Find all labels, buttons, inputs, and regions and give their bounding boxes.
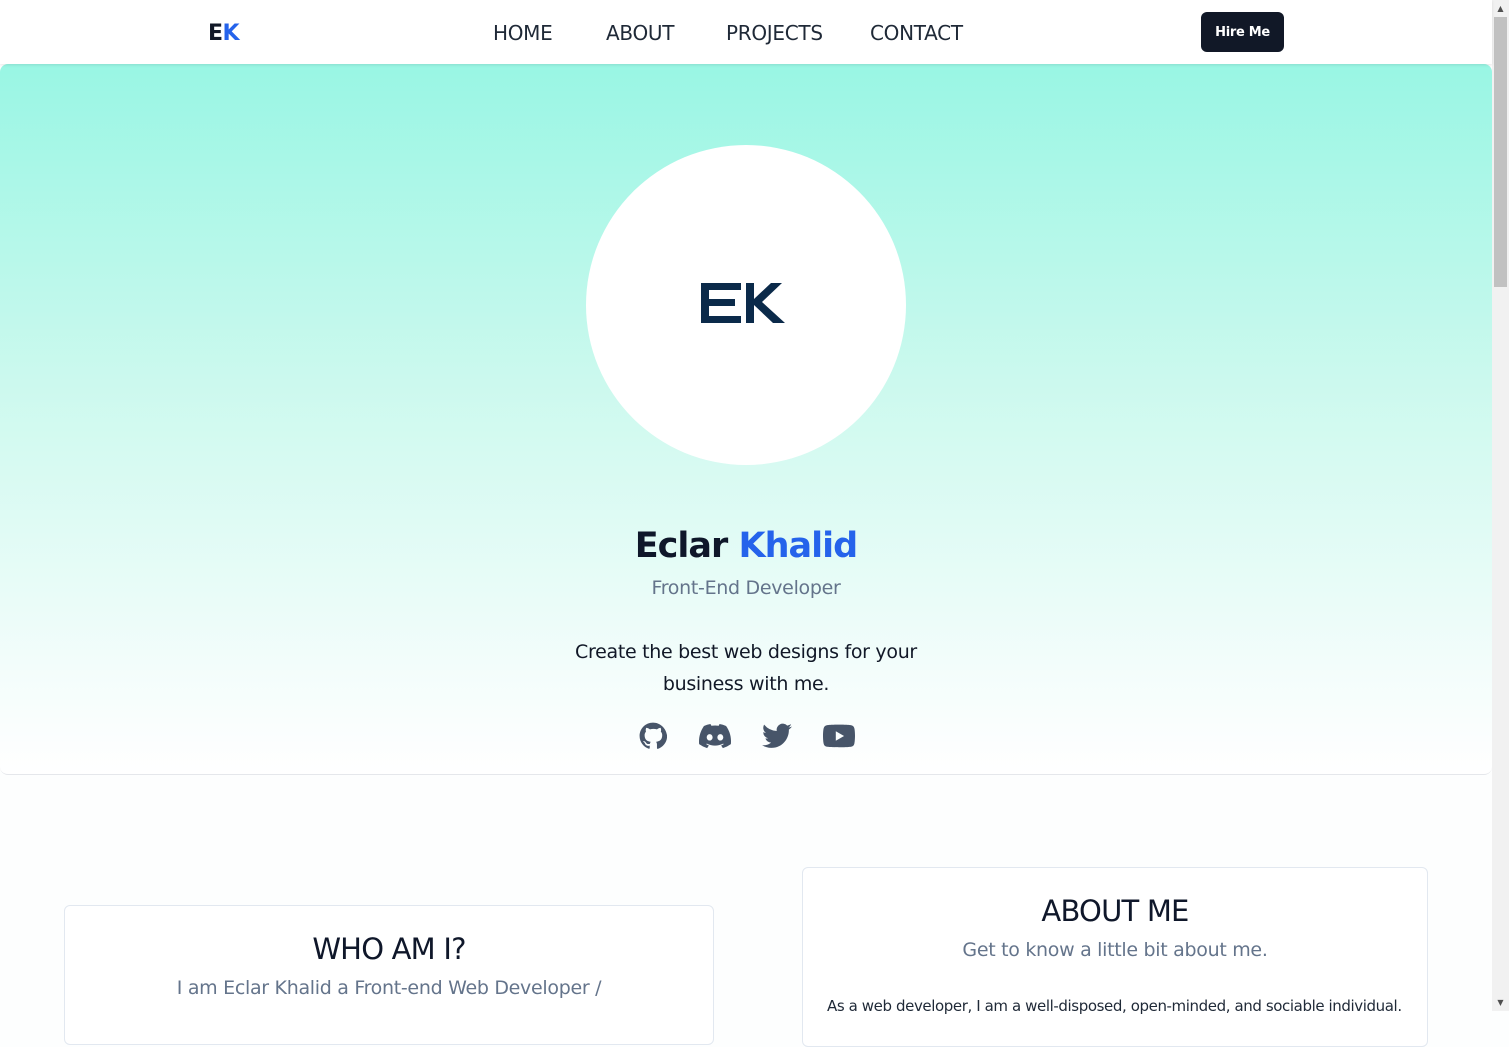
twitter-icon[interactable] — [761, 720, 793, 752]
about-me-subtitle: Get to know a little bit about me. — [962, 939, 1268, 961]
nav-link-home[interactable]: HOME — [493, 20, 553, 46]
about-me-title: ABOUT ME — [1041, 894, 1189, 928]
social-links — [0, 720, 1492, 752]
youtube-icon[interactable] — [823, 720, 855, 752]
nav-link-contact[interactable]: CONTACT — [870, 20, 963, 46]
about-me-card: ABOUT ME Get to know a little bit about … — [802, 867, 1428, 1047]
nav-link-about[interactable]: ABOUT — [606, 20, 674, 46]
navbar: EK HOME ABOUT PROJECTS CONTACT Hire Me — [0, 0, 1492, 64]
who-am-i-subtitle: I am Eclar Khalid a Front-end Web Develo… — [176, 977, 602, 999]
hero-role: Front-End Developer — [651, 577, 841, 599]
github-icon[interactable] — [637, 720, 669, 752]
scrollbar-thumb[interactable] — [1494, 17, 1507, 287]
about-me-text: As a web developer, I am a well-disposed… — [827, 997, 1402, 1015]
vertical-scrollbar[interactable]: ▲ ▼ — [1492, 0, 1509, 1011]
scroll-down-arrow-icon[interactable]: ▼ — [1492, 994, 1509, 1011]
avatar-logo — [701, 283, 787, 327]
avatar — [586, 145, 906, 465]
who-am-i-card: WHO AM I? I am Eclar Khalid a Front-end … — [64, 905, 714, 1045]
hero-section: Eclar Khalid Front-End Developer Create … — [0, 64, 1492, 775]
hire-me-button[interactable]: Hire Me — [1201, 12, 1284, 52]
hero-name: Eclar Khalid — [0, 524, 1492, 568]
discord-icon[interactable] — [699, 720, 731, 752]
logo-letter-k: K — [222, 21, 240, 46]
scroll-up-arrow-icon[interactable]: ▲ — [1492, 0, 1509, 17]
hero-tagline: Create the best web designs for your bus… — [575, 641, 917, 695]
site-logo[interactable]: EK — [208, 20, 240, 48]
logo-letter-e: E — [208, 21, 223, 46]
who-am-i-title: WHO AM I? — [312, 932, 466, 966]
first-name: Eclar — [634, 526, 729, 566]
nav-link-projects[interactable]: PROJECTS — [726, 20, 823, 46]
last-name: Khalid — [738, 526, 859, 566]
